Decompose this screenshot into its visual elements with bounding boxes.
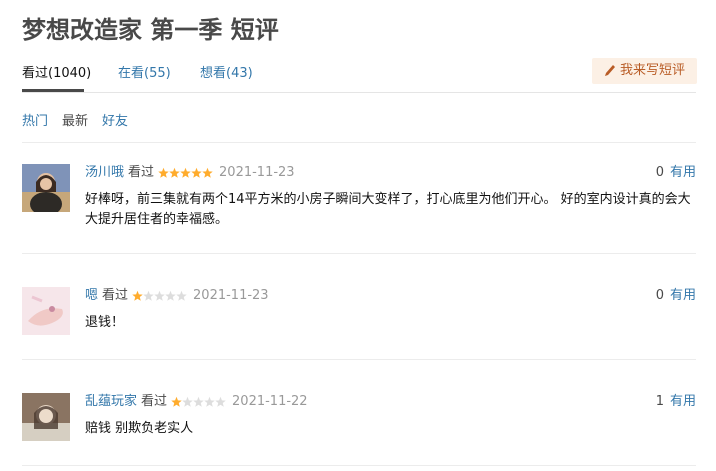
tab-watched[interactable]: 看过(1040) [22,62,91,81]
divider [22,253,696,254]
useful-vote: 0 有用 [656,287,696,305]
comment-date: 2021-11-23 [193,288,269,303]
comment-text: 好棒呀，前三集就有两个14平方米的小房子瞬间大变样了，打心底里为他们开心。 好的… [85,192,691,227]
useful-count: 0 [655,165,664,180]
star-rating-icon [132,290,187,301]
sort-friends[interactable]: 好友 [102,110,128,129]
sort-hot[interactable]: 热门 [22,110,48,129]
star-empty-icon [182,396,193,407]
useful-button[interactable]: 有用 [670,165,696,180]
useful-count: 1 [655,394,664,409]
pencil-icon [605,65,615,76]
comment-date: 2021-11-23 [219,165,295,180]
star-filled-icon [169,167,180,178]
star-filled-icon [132,290,143,301]
active-tab-indicator [22,89,84,92]
star-empty-icon [204,396,215,407]
divider [22,359,696,360]
star-filled-icon [180,167,191,178]
star-rating-icon [171,396,226,407]
star-filled-icon [191,167,202,178]
star-filled-icon [171,396,182,407]
star-empty-icon [143,290,154,301]
avatar[interactable] [22,287,70,335]
star-empty-icon [165,290,176,301]
useful-count: 0 [655,288,664,303]
comment-status: 看过 [141,394,168,409]
star-empty-icon [215,396,226,407]
comment-meta: 汤川哦 看过 2021-11-23 [85,164,295,185]
useful-vote: 1 有用 [656,393,696,411]
comment-status: 看过 [102,288,129,303]
divider [22,142,696,143]
comment-username[interactable]: 乱蕴玩家 [85,394,137,409]
write-review-label: 我来写短评 [620,63,686,78]
star-rating-icon [158,167,213,178]
useful-button[interactable]: 有用 [670,394,696,409]
comment-meta: 乱蕴玩家 看过 2021-11-22 [85,393,308,414]
tab-want-to-watch[interactable]: 想看(43) [200,62,253,81]
star-empty-icon [193,396,204,407]
star-empty-icon [176,290,187,301]
comment-text: 赔钱 别欺负老实人 [85,421,194,436]
star-filled-icon [202,167,213,178]
rating-stars [158,164,213,185]
write-review-button[interactable]: 我来写短评 [592,58,697,84]
star-filled-icon [158,167,169,178]
divider [22,465,696,466]
comment-username[interactable]: 汤川哦 [85,165,124,180]
useful-vote: 0 有用 [656,164,696,182]
comment-meta: 嗯看过 2021-11-23 [85,287,269,308]
page-title: 梦想改造家 第一季 短评 [22,16,279,44]
avatar[interactable] [22,164,70,212]
useful-button[interactable]: 有用 [670,288,696,303]
rating-stars [132,287,187,308]
tab-watching[interactable]: 在看(55) [118,62,171,81]
sort-newest[interactable]: 最新 [62,110,88,129]
avatar[interactable] [22,393,70,441]
rating-stars [171,393,226,414]
comment-username[interactable]: 嗯 [85,288,98,303]
comment-date: 2021-11-22 [232,394,308,409]
comment-status: 看过 [128,165,155,180]
comment-text: 退钱！ [85,315,125,330]
star-empty-icon [154,290,165,301]
